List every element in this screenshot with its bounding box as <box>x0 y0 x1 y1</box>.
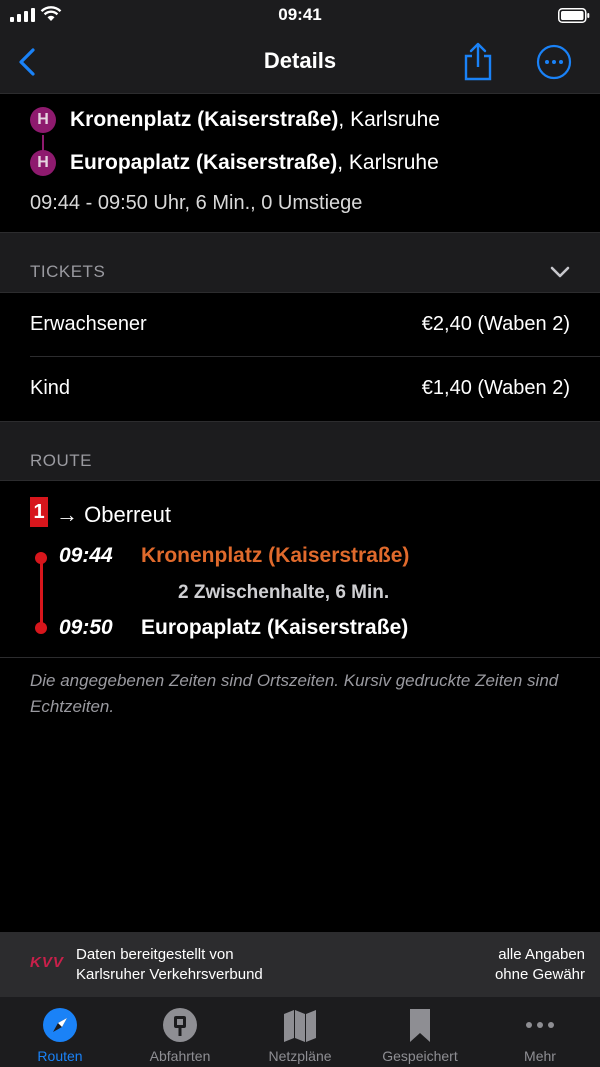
page-title: Details <box>263 48 337 73</box>
tab-label: Gespeichert <box>382 1048 458 1064</box>
line-badge: 1 <box>30 497 48 527</box>
tab-label: Abfahrten <box>149 1048 211 1064</box>
tram-stop-icon: H <box>30 107 56 133</box>
navigation-bar: Details <box>0 32 600 94</box>
provider-line: Daten bereitgestellt von <box>76 946 234 963</box>
share-icon[interactable] <box>460 42 496 82</box>
ticket-label: Erwachsener <box>30 313 147 335</box>
arrival-time: 09:50 <box>59 616 113 639</box>
arrival-stop-name: Europaplatz (Kaiserstraße) <box>141 616 409 639</box>
tab-bar: Routen Abfahrten Netzpläne Gespeichert M… <box>0 996 600 1067</box>
stop-sign-icon <box>163 1008 197 1042</box>
provider-line: Karlsruher Verkehrsverbund <box>76 966 263 983</box>
departure-stop-name: Kronenplatz (Kaiserstraße) <box>141 544 410 567</box>
destination-stop: H Europaplatz (Kaiserstraße) , Karlsruhe <box>30 150 439 176</box>
departure-dot <box>35 552 47 564</box>
route-section-header: ROUTE <box>0 421 600 481</box>
tab-label: Netzpläne <box>268 1048 332 1064</box>
tab-abfahrten[interactable]: Abfahrten <box>120 997 240 1067</box>
trip-info: 09:44 - 09:50 Uhr, 6 Min., 0 Umstiege <box>30 192 363 214</box>
tickets-header-label: TICKETS <box>30 262 106 281</box>
provider-text: Daten bereitgestellt von Karlsruher Verk… <box>76 945 263 985</box>
destination-city: , Karlsruhe <box>337 151 439 174</box>
tab-label: Mehr <box>524 1048 556 1064</box>
compass-icon <box>43 1008 77 1042</box>
tab-netzplaene[interactable]: Netzpläne <box>240 997 360 1067</box>
stop-connector <box>42 135 44 151</box>
map-icon <box>284 1010 316 1042</box>
data-provider-footer: KVV Daten bereitgestellt von Karlsruher … <box>0 932 600 996</box>
route-track-line <box>40 555 43 629</box>
disclaimer-text: alle Angaben ohne Gewähr <box>495 945 585 985</box>
ticket-price: €1,40 (Waben 2) <box>421 377 570 399</box>
chevron-down-icon[interactable] <box>550 265 570 279</box>
disclaimer-line: ohne Gewähr <box>494 966 585 983</box>
time-note: Die angegebenen Zeiten sind Ortszeiten. … <box>30 671 559 716</box>
origin-stop-name: Kronenplatz (Kaiserstraße) <box>70 108 339 131</box>
tab-routen[interactable]: Routen <box>0 997 120 1067</box>
departure-time: 09:44 <box>59 544 113 567</box>
ticket-label: Kind <box>30 377 71 399</box>
ticket-price: €2,40 (Waben 2) <box>421 313 570 335</box>
battery-icon <box>558 8 590 23</box>
tickets-section-header[interactable]: TICKETS <box>0 233 600 293</box>
arrival-dot <box>35 622 47 634</box>
trip-summary: H Kronenplatz (Kaiserstraße) , Karlsruhe… <box>0 95 600 233</box>
ellipsis-icon <box>526 1022 554 1028</box>
tab-gespeichert[interactable]: Gespeichert <box>360 997 480 1067</box>
ticket-row[interactable]: Erwachsener €2,40 (Waben 2) <box>0 293 600 357</box>
origin-stop: H Kronenplatz (Kaiserstraße) , Karlsruhe <box>30 107 440 133</box>
disclaimer-line: alle Angaben <box>498 946 585 963</box>
route-detail[interactable]: 1 → Oberreut 09:44 Kronenplatz (Kaiserst… <box>0 481 600 658</box>
route-header-label: ROUTE <box>30 451 92 470</box>
destination-stop-name: Europaplatz (Kaiserstraße) <box>70 151 338 174</box>
tab-label: Routen <box>37 1048 83 1064</box>
tab-mehr[interactable]: Mehr <box>480 997 600 1067</box>
more-options-icon[interactable] <box>536 44 572 80</box>
bookmark-icon <box>410 1009 430 1042</box>
tram-stop-icon: H <box>30 150 56 176</box>
origin-city: , Karlsruhe <box>338 108 440 131</box>
route-direction: → Oberreut <box>56 502 171 527</box>
intermediate-stops: 2 Zwischenhalte, 6 Min. <box>178 582 390 603</box>
ticket-row[interactable]: Kind €1,40 (Waben 2) <box>0 357 600 421</box>
status-time: 09:41 <box>278 5 322 24</box>
status-bar: 09:41 <box>0 0 600 32</box>
kvv-logo: KVV <box>30 954 64 971</box>
